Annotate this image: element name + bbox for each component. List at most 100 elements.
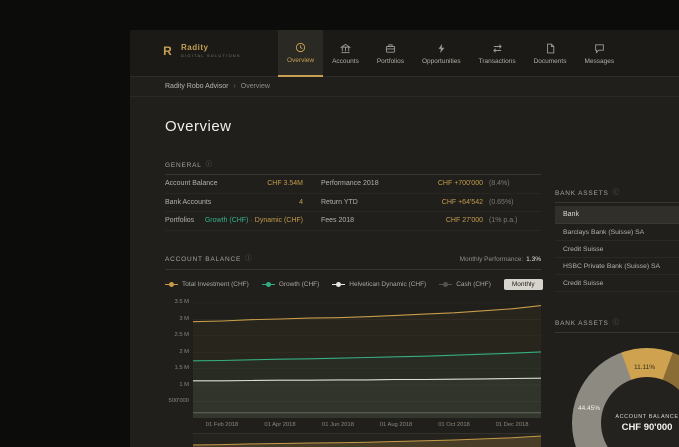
x-axis-tick: 01 Apr 2018	[264, 422, 295, 428]
fees-2018-percent: (1% p.a.)	[483, 217, 541, 224]
donut-ring[interactable]: ACCOUNT BALANCE CHF 90'000	[572, 348, 679, 447]
bank-column-header: Bank	[555, 206, 679, 224]
tab-opportunities[interactable]: Opportunities	[413, 30, 470, 77]
donut-center: ACCOUNT BALANCE CHF 90'000	[601, 377, 679, 447]
lightning-icon	[436, 43, 447, 54]
chart-range-brush[interactable]	[193, 433, 541, 447]
donut-center-value: CHF 90'000	[622, 422, 673, 433]
general-label: Portfolios	[165, 217, 194, 224]
x-axis-tick: 01 Dec 2018	[496, 422, 529, 428]
general-section: GENERAL ⓘ Account Balance CHF 3.54M Perf…	[165, 162, 541, 231]
x-axis-tick: 01 Feb 2018	[206, 422, 239, 428]
tab-label: Portfolios	[377, 58, 404, 65]
monthly-period-button[interactable]: Monthly	[504, 279, 543, 290]
x-axis-tick: 01 Oct 2018	[438, 422, 470, 428]
breadcrumb: Radity Robo Advisor › Overview	[130, 77, 679, 97]
account-balance-section: ACCOUNT BALANCE ⓘ Monthly Performance: 1…	[165, 256, 541, 447]
y-axis-tick: 1.5 M	[164, 365, 189, 371]
bank-row[interactable]: Credit Suisse	[555, 241, 679, 258]
monthly-performance-value: 1.3%	[526, 256, 541, 263]
top-nav-bar: R Radity DIGITAL SOLUTIONS Overview Acco…	[130, 30, 679, 77]
bank-accounts-value: 4	[299, 199, 303, 206]
tab-messages[interactable]: Messages	[575, 30, 623, 77]
donut-slice-label: 11.11%	[634, 364, 655, 371]
y-axis-tick: 3 M	[164, 316, 189, 322]
bank-row[interactable]: Barclays Bank (Suisse) SA	[555, 224, 679, 241]
bank-row[interactable]: HSBC Private Bank (Suisse) SA	[555, 258, 679, 275]
y-axis-tick: 500'000	[164, 398, 189, 404]
tab-accounts[interactable]: Accounts	[323, 30, 368, 77]
overview-icon	[295, 42, 306, 53]
brand-tagline: DIGITAL SOLUTIONS	[181, 53, 241, 58]
tab-label: Messages	[584, 58, 614, 65]
page-title: Overview	[165, 118, 232, 135]
breadcrumb-separator: ›	[233, 83, 235, 90]
monthly-performance-label: Monthly Performance:	[460, 256, 524, 263]
legend-marker-gold	[165, 281, 178, 288]
y-axis-tick: 3.5 M	[164, 299, 189, 305]
account-balance-value: CHF 3.54M	[267, 180, 303, 187]
general-label: Return YTD	[321, 199, 442, 206]
info-icon[interactable]: ⓘ	[613, 190, 620, 197]
radity-app-window: R Radity DIGITAL SOLUTIONS Overview Acco…	[130, 30, 679, 447]
x-axis-tick: 01 Aug 2018	[380, 422, 413, 428]
right-sidebar: BANK ASSETS ⓘ Bank Barclays Bank (Suisse…	[555, 190, 679, 447]
radity-logo[interactable]: R Radity DIGITAL SOLUTIONS	[160, 43, 241, 58]
general-row: Account Balance CHF 3.54M Performance 20…	[165, 175, 541, 194]
breadcrumb-current: Overview	[241, 83, 270, 90]
breadcrumb-root-link[interactable]: Radity Robo Advisor	[165, 83, 228, 90]
tab-overview[interactable]: Overview	[278, 30, 323, 77]
bank-assets-donut-header: BANK ASSETS ⓘ	[555, 320, 679, 333]
y-axis-tick: 2.5 M	[164, 332, 189, 338]
info-icon[interactable]: ⓘ	[245, 256, 252, 263]
general-row: Portfolios Growth (CHF)·Dynamic (CHF) Fe…	[165, 212, 541, 231]
legend-cash[interactable]: Cash (CHF)	[439, 281, 491, 288]
bank-assets-table: Bank Barclays Bank (Suisse) SA Credit Su…	[555, 206, 679, 292]
info-icon[interactable]: ⓘ	[206, 162, 213, 169]
info-icon[interactable]: ⓘ	[613, 320, 620, 327]
briefcase-icon	[385, 43, 396, 54]
general-label: Bank Accounts	[165, 199, 211, 206]
legend-marker-green	[262, 281, 275, 288]
radity-logo-mark: R	[160, 43, 175, 58]
bank-row[interactable]: Credit Suisse	[555, 275, 679, 292]
balance-line-chart[interactable]: 3.5 M 3 M 2.5 M 2 M 1.5 M 1 M 500'000	[193, 298, 541, 418]
account-balance-title: ACCOUNT BALANCE	[165, 256, 241, 263]
general-label: Fees 2018	[321, 217, 446, 224]
tab-documents[interactable]: Documents	[525, 30, 576, 77]
tab-transactions[interactable]: Transactions	[470, 30, 525, 77]
x-axis-tick: 01 Jun 2018	[322, 422, 354, 428]
tab-portfolios[interactable]: Portfolios	[368, 30, 413, 77]
portfolio-growth-link[interactable]: Growth (CHF)	[205, 217, 249, 224]
donut-slice-label: 44.45%	[578, 405, 600, 412]
legend-growth[interactable]: Growth (CHF)	[262, 281, 319, 288]
tab-label: Opportunities	[422, 58, 461, 65]
return-ytd-percent: (0.65%)	[483, 199, 541, 206]
portfolio-dynamic-link[interactable]: Dynamic (CHF)	[255, 217, 303, 224]
tab-label: Overview	[287, 57, 314, 64]
document-icon	[545, 43, 556, 54]
tab-label: Transactions	[479, 58, 516, 65]
donut-center-label: ACCOUNT BALANCE	[615, 414, 678, 420]
general-section-header: GENERAL ⓘ	[165, 162, 541, 175]
bank-assets-donut-title: BANK ASSETS	[555, 320, 609, 327]
legend-total-investment[interactable]: Total Investment (CHF)	[165, 281, 249, 288]
account-balance-header: ACCOUNT BALANCE ⓘ Monthly Performance: 1…	[165, 256, 541, 270]
brush-mini-chart	[193, 434, 541, 447]
chat-icon	[594, 43, 605, 54]
performance-2018-value: CHF +700'000	[438, 180, 483, 187]
fees-2018-value: CHF 27'000	[446, 217, 483, 224]
bank-assets-list-header: BANK ASSETS ⓘ	[555, 190, 679, 203]
legend-marker-white	[332, 281, 345, 288]
bank-assets-title: BANK ASSETS	[555, 190, 609, 197]
bank-assets-donut-chart: ACCOUNT BALANCE CHF 90'000 11.11% 44.45%…	[555, 340, 679, 447]
general-row: Bank Accounts 4 Return YTD CHF +64'542 (…	[165, 194, 541, 213]
brand-name: Radity	[181, 43, 241, 52]
transfer-icon	[492, 43, 503, 54]
performance-2018-percent: (8.4%)	[483, 180, 541, 187]
line-chart-plot	[193, 298, 541, 418]
legend-helvetican-dynamic[interactable]: Helvetican Dynamic (CHF)	[332, 281, 426, 288]
general-title: GENERAL	[165, 162, 202, 169]
legend-marker-dark	[439, 281, 452, 288]
bank-icon	[340, 43, 351, 54]
